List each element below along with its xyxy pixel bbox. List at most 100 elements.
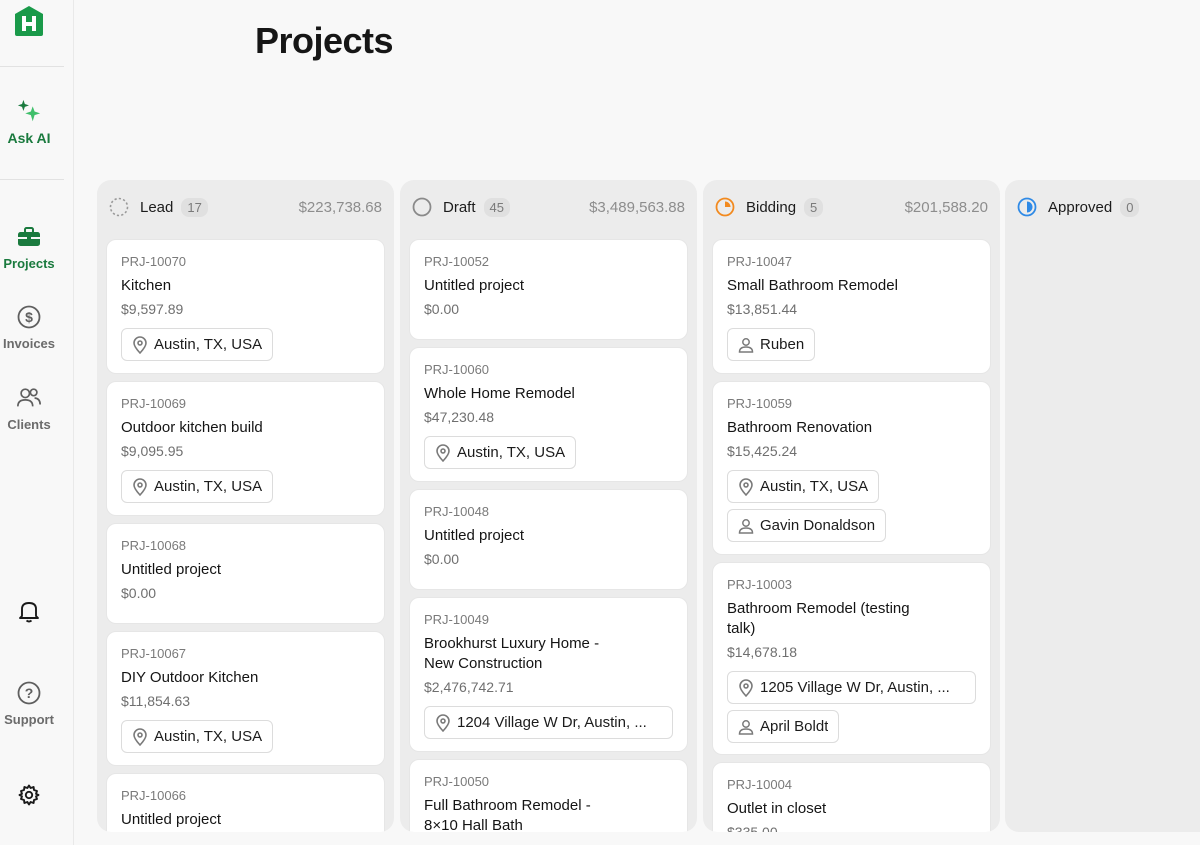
project-title: Bathroom Remodel (testing talk) [727, 600, 910, 637]
project-id: PRJ-10048 [424, 504, 490, 519]
project-title: Bathroom Renovation [727, 419, 873, 436]
column-name: Approved [1048, 198, 1113, 216]
empty-circle-icon [412, 197, 432, 217]
client-name: Gavin Donaldson [760, 517, 876, 534]
toolbox-icon [16, 224, 42, 250]
project-card[interactable]: PRJ-10050 Full Bathroom Remodel - 8×10 H… [409, 759, 688, 832]
project-id: PRJ-10003 [727, 577, 793, 592]
column-total: $201,588.20 [904, 198, 988, 216]
map-pin-icon [739, 477, 753, 496]
project-card[interactable]: PRJ-10070 Kitchen $9,597.89 Austin, TX, … [106, 239, 385, 374]
project-amount: $14,678.18 [727, 644, 798, 660]
project-card[interactable]: PRJ-10068 Untitled project $0.00 [106, 523, 385, 624]
project-title: Kitchen [121, 277, 172, 294]
dashed-circle-icon [109, 197, 129, 217]
sidebar-item-projects[interactable]: Projects [0, 224, 58, 271]
notifications-button[interactable] [0, 598, 58, 624]
ask-ai-button[interactable]: Ask AI [0, 98, 58, 146]
project-title: Untitled project [121, 561, 222, 578]
client-chip: Ruben [727, 328, 816, 361]
project-card[interactable]: PRJ-10060 Whole Home Remodel $47,230.48 … [409, 347, 688, 482]
location-chip: Austin, TX, USA [121, 720, 274, 753]
project-title: Whole Home Remodel [424, 385, 575, 402]
quarter-circle-icon [715, 197, 735, 217]
project-title: Untitled project [424, 277, 525, 294]
page-title: Projects [255, 20, 394, 61]
column-count: 45 [483, 197, 510, 217]
location-chip: 1205 Village W Dr, Austin, ... [727, 671, 976, 704]
location-chip: Austin, TX, USA [121, 328, 274, 361]
sidebar-item-invoices[interactable]: $ Invoices [0, 304, 58, 351]
project-card[interactable]: PRJ-10066 Untitled project [106, 773, 385, 832]
project-amount: $15,425.24 [727, 443, 798, 459]
column-name: Bidding [746, 198, 797, 216]
sidebar-divider [0, 66, 64, 67]
sidebar-item-support[interactable]: ? Support [0, 680, 58, 727]
user-icon [738, 719, 754, 735]
project-amount: $0.00 [424, 301, 460, 317]
user-icon [738, 518, 754, 534]
project-amount: $335.00 [727, 824, 778, 832]
project-amount: $11,854.63 [121, 693, 191, 709]
map-pin-icon [133, 477, 147, 496]
user-icon [738, 337, 754, 353]
column-name: Lead [140, 198, 174, 216]
client-chip: April Boldt [727, 710, 840, 743]
project-card[interactable]: PRJ-10003 Bathroom Remodel (testing talk… [712, 562, 991, 755]
project-id: PRJ-10067 [121, 646, 187, 661]
column-name: Draft [443, 198, 476, 216]
project-title: Outlet in closet [727, 800, 827, 817]
project-title: Brookhurst Luxury Home - New Constructio… [424, 635, 600, 672]
project-card[interactable]: PRJ-10047 Small Bathroom Remodel $13,851… [712, 239, 991, 374]
location-text: 1205 Village W Dr, Austin, ... [760, 679, 950, 696]
project-card[interactable]: PRJ-10059 Bathroom Renovation $15,425.24… [712, 381, 991, 555]
project-id: PRJ-10068 [121, 538, 187, 553]
project-id: PRJ-10047 [727, 254, 793, 269]
location-chip: Austin, TX, USA [121, 470, 274, 503]
project-amount: $13,851.44 [727, 301, 798, 317]
column-total: $3,489,563.88 [589, 198, 685, 216]
project-amount: $0.00 [424, 551, 460, 567]
column-count: 0 [1120, 197, 1140, 217]
project-card[interactable]: PRJ-10052 Untitled project $0.00 [409, 239, 688, 340]
column-header[interactable]: Approved 0 [1005, 180, 1200, 234]
svg-text:?: ? [25, 685, 34, 701]
project-card[interactable]: PRJ-10004 Outlet in closet $335.00 [712, 762, 991, 832]
column-count: 5 [804, 197, 824, 217]
project-title: DIY Outdoor Kitchen [121, 669, 259, 686]
sparkle-icon [16, 98, 42, 124]
project-amount: $47,230.48 [424, 409, 495, 425]
location-text: Austin, TX, USA [760, 478, 869, 495]
sidebar-item-clients[interactable]: Clients [0, 385, 58, 432]
location-text: 1204 Village W Dr, Austin, ... [457, 714, 647, 731]
bell-icon [16, 598, 42, 624]
sidebar: Ask AI Projects $ Invoices Clients ? Sup… [0, 0, 74, 845]
ask-ai-label: Ask AI [7, 130, 51, 146]
column-header[interactable]: Lead 17 $223,738.68 [97, 180, 394, 234]
column-header[interactable]: Bidding 5 $201,588.20 [703, 180, 1000, 234]
sidebar-item-label: Invoices [2, 336, 56, 351]
project-title: Full Bathroom Remodel - 8×10 Hall Bath [424, 797, 591, 832]
project-title: Small Bathroom Remodel [727, 277, 898, 294]
map-pin-icon [436, 443, 450, 462]
svg-text:$: $ [25, 309, 33, 325]
project-id: PRJ-10050 [424, 774, 490, 789]
project-card[interactable]: PRJ-10067 DIY Outdoor Kitchen $11,854.63… [106, 631, 385, 766]
project-id: PRJ-10004 [727, 777, 793, 792]
sidebar-divider [0, 179, 64, 180]
project-card[interactable]: PRJ-10069 Outdoor kitchen build $9,095.9… [106, 381, 385, 516]
project-card[interactable]: PRJ-10048 Untitled project $0.00 [409, 489, 688, 590]
column-count: 17 [181, 197, 208, 217]
gear-icon [16, 782, 42, 808]
project-id: PRJ-10070 [121, 254, 187, 269]
map-pin-icon [436, 713, 450, 732]
column-header[interactable]: Draft 45 $3,489,563.88 [400, 180, 697, 234]
project-card[interactable]: PRJ-10049 Brookhurst Luxury Home - New C… [409, 597, 688, 752]
location-chip: 1204 Village W Dr, Austin, ... [424, 706, 673, 739]
logo-icon[interactable] [12, 4, 46, 38]
project-id: PRJ-10066 [121, 788, 187, 803]
project-amount: $9,597.89 [121, 301, 184, 317]
project-id: PRJ-10060 [424, 362, 490, 377]
column-draft: Draft 45 $3,489,563.88 PRJ-10052 Untitle… [400, 180, 697, 832]
settings-button[interactable] [0, 782, 58, 808]
